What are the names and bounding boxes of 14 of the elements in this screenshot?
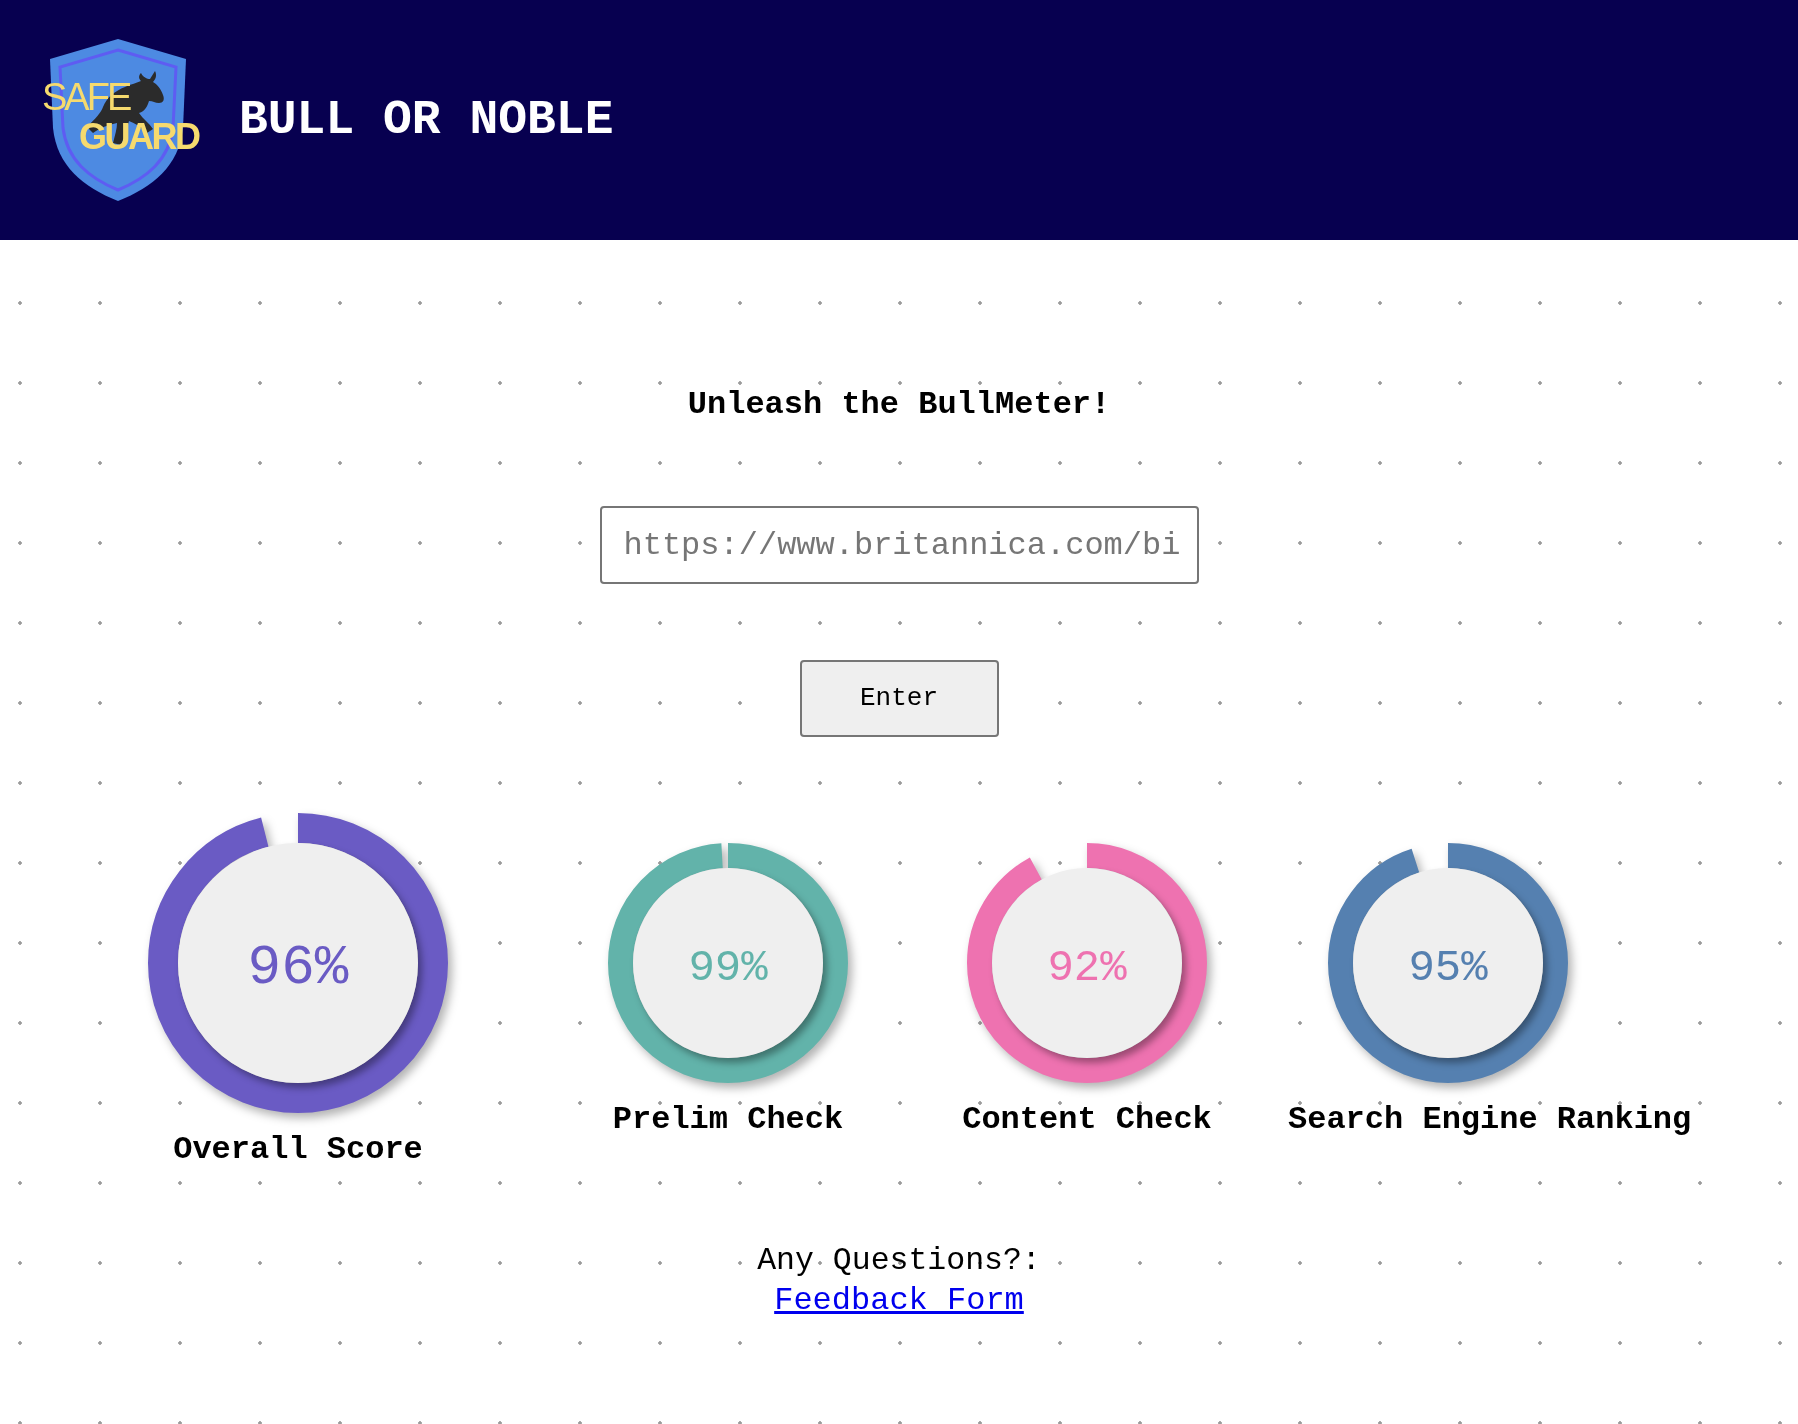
score-label: Prelim Check	[612, 1100, 844, 1140]
score-percentage: 96%	[247, 935, 349, 996]
score-label: Search Engine Ranking	[1288, 1100, 1692, 1140]
site-title: BULL OR NOBLE	[239, 92, 614, 148]
page-heading: Unleash the BullMeter!	[687, 385, 1111, 425]
score-label: Overall Score	[173, 1130, 423, 1170]
score-label: Content Check	[962, 1100, 1212, 1140]
enter-button[interactable]: Enter	[799, 660, 999, 737]
score-percentage: 99%	[688, 942, 768, 990]
score-percentage: 92%	[1047, 942, 1127, 990]
url-input[interactable]: https://www.britannica.com/bi	[599, 506, 1199, 584]
feedback-form-link[interactable]: Feedback Form	[774, 1281, 1024, 1320]
score-percentage: 95%	[1408, 942, 1488, 990]
footer-question-text: Any Questions?:	[757, 1242, 1041, 1280]
